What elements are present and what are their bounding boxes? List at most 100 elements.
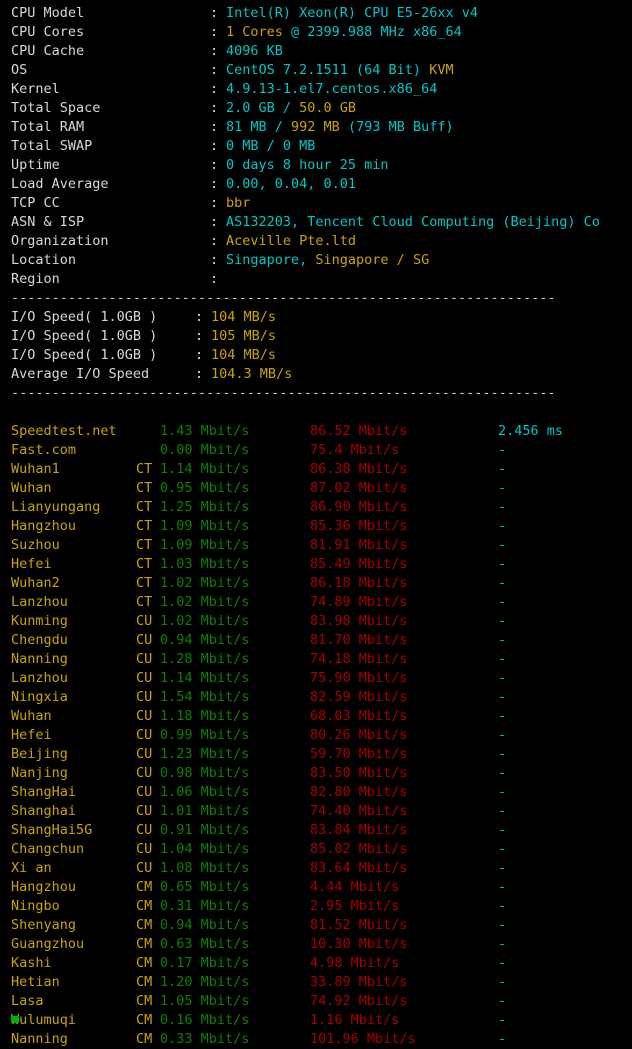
speedtest-latency: -	[498, 689, 507, 705]
system-info-row: OS: CentOS 7.2.1511 (64 Bit) KVM	[0, 61, 632, 80]
system-info-row: CPU Model: Intel(R) Xeon(R) CPU E5-26xx v…	[0, 4, 632, 23]
speedtest-isp-code: CU	[136, 613, 153, 629]
speedtest-download-speed: 74.89 Mbit/s	[310, 594, 408, 610]
io-test-value: 104 MB/s	[211, 347, 277, 363]
system-info-value: Aceville Pte.ltd	[226, 233, 357, 249]
speedtest-latency: -	[498, 727, 507, 743]
system-info-value: 992 MB	[291, 119, 340, 135]
system-info-row: Organization: Aceville Pte.ltd	[0, 232, 632, 251]
speedtest-download-speed: 82.80 Mbit/s	[310, 784, 408, 800]
speedtest-node-name: Shanghai	[11, 803, 77, 819]
speedtest-row: Kashi CM 0.17 Mbit/s 4.98 Mbit/s -	[0, 954, 632, 973]
speedtest-isp-code: CU	[136, 784, 153, 800]
speedtest-node-name: Shenyang	[11, 917, 77, 933]
speedtest-download-speed: 81.70 Mbit/s	[310, 632, 408, 648]
io-test-value: 105 MB/s	[211, 328, 277, 344]
system-info-value: 81 MB /	[226, 119, 292, 135]
speedtest-upload-speed: 1.20 Mbit/s	[160, 974, 250, 990]
speedtest-upload-speed: 0.94 Mbit/s	[160, 632, 250, 648]
speedtest-node-name: Wuhan	[11, 480, 52, 496]
system-info-colon: :	[210, 195, 219, 211]
io-test-row: I/O Speed( 1.0GB ):104 MB/s	[0, 308, 632, 327]
speedtest-row: Shanghai CU 1.01 Mbit/s 74.40 Mbit/s -	[0, 802, 632, 821]
speedtest-isp-code: CM	[136, 898, 153, 914]
io-test-block: I/O Speed( 1.0GB ):104 MB/s I/O Speed( 1.…	[0, 308, 632, 384]
speedtest-upload-speed: 1.54 Mbit/s	[160, 689, 250, 705]
speedtest-row: Wulumuqi CM 0.16 Mbit/s 1.16 Mbit/s -	[0, 1011, 632, 1030]
speedtest-upload-speed: 0.99 Mbit/s	[160, 727, 250, 743]
speedtest-node-name: Hetian	[11, 974, 60, 990]
speedtest-download-speed: 86.38 Mbit/s	[310, 461, 408, 477]
speedtest-node-name: Speedtest.net	[11, 423, 117, 439]
speedtest-download-speed: 82.59 Mbit/s	[310, 689, 408, 705]
speedtest-upload-speed: 1.02 Mbit/s	[160, 613, 250, 629]
terminal-window[interactable]: CPU Model: Intel(R) Xeon(R) CPU E5-26xx v…	[0, 0, 632, 1047]
system-info-label: Uptime	[11, 157, 60, 173]
system-info-label: Region	[11, 271, 60, 287]
speedtest-row: Fast.com 0.00 Mbit/s 75.4 Mbit/s -	[0, 441, 632, 460]
speedtest-row: Nanjing CU 0.98 Mbit/s 83.50 Mbit/s -	[0, 764, 632, 783]
speedtest-row: Lanzhou CT 1.02 Mbit/s 74.89 Mbit/s -	[0, 593, 632, 612]
speedtest-node-name: Lanzhou	[11, 594, 68, 610]
io-test-label: I/O Speed( 1.0GB )	[11, 309, 158, 325]
system-info-row: Total SWAP:0 MB / 0 MB	[0, 137, 632, 156]
speedtest-download-speed: 75.90 Mbit/s	[310, 670, 408, 686]
speedtest-upload-speed: 0.91 Mbit/s	[160, 822, 250, 838]
speedtest-isp-code: CM	[136, 936, 153, 952]
speedtest-isp-code: CU	[136, 746, 153, 762]
speedtest-upload-speed: 1.28 Mbit/s	[160, 651, 250, 667]
speedtest-latency: -	[498, 518, 507, 534]
speedtest-node-name: Wuhan2	[11, 575, 60, 591]
system-info-colon: :	[210, 252, 219, 268]
system-info-colon: :	[210, 5, 219, 21]
speedtest-node-name: ShangHai5G	[11, 822, 93, 838]
speedtest-download-speed: 85.36 Mbit/s	[310, 518, 408, 534]
speedtest-row: Speedtest.net 1.43 Mbit/s 86.52 Mbit/s 2.45…	[0, 422, 632, 441]
speedtest-latency: -	[498, 955, 507, 971]
speedtest-download-speed: 86.90 Mbit/s	[310, 499, 408, 515]
speedtest-latency: -	[498, 480, 507, 496]
system-info-block: CPU Model: Intel(R) Xeon(R) CPU E5-26xx v…	[0, 4, 632, 289]
separator-bottom: ----------------------------------------…	[11, 385, 556, 401]
system-info-label: CPU Cores	[11, 24, 85, 40]
system-info-colon: :	[210, 81, 219, 97]
speedtest-row: Ningxia CU 1.54 Mbit/s 82.59 Mbit/s -	[0, 688, 632, 707]
speedtest-row: Suzhou CT 1.09 Mbit/s 81.91 Mbit/s -	[0, 536, 632, 555]
speedtest-upload-speed: 1.02 Mbit/s	[160, 594, 250, 610]
speedtest-upload-speed: 0.00 Mbit/s	[160, 442, 250, 458]
speedtest-upload-speed: 1.25 Mbit/s	[160, 499, 250, 515]
system-info-colon: :	[210, 138, 219, 154]
speedtest-row: Wuhan CU 1.18 Mbit/s 68.03 Mbit/s -	[0, 707, 632, 726]
system-info-value: (793 MB Buff)	[339, 119, 454, 135]
speedtest-upload-speed: 1.08 Mbit/s	[160, 860, 250, 876]
io-test-row: Average I/O Speed:104.3 MB/s	[0, 365, 632, 384]
system-info-value: 50.0 GB	[299, 100, 357, 116]
speedtest-isp-code: CT	[136, 499, 153, 515]
speedtest-isp-code: CU	[136, 765, 153, 781]
speedtest-node-name: Lanzhou	[11, 670, 68, 686]
speedtest-latency: -	[498, 708, 507, 724]
io-test-label: I/O Speed( 1.0GB )	[11, 328, 158, 344]
speedtest-node-name: Nanning	[11, 1031, 68, 1047]
speedtest-download-speed: 33.89 Mbit/s	[310, 974, 408, 990]
io-test-colon: :	[195, 309, 204, 325]
speedtest-isp-code: CT	[136, 480, 153, 496]
speedtest-node-name: Changchun	[11, 841, 85, 857]
speedtest-latency: -	[498, 1012, 507, 1028]
system-info-row: Total Space:2.0 GB / 50.0 GB	[0, 99, 632, 118]
speedtest-latency: -	[498, 822, 507, 838]
speedtest-isp-code: CT	[136, 518, 153, 534]
speedtest-latency: -	[498, 917, 507, 933]
speedtest-latency: -	[498, 556, 507, 572]
speedtest-upload-speed: 0.31 Mbit/s	[160, 898, 250, 914]
speedtest-isp-code: CU	[136, 822, 153, 838]
speedtest-download-speed: 4.98 Mbit/s	[310, 955, 400, 971]
system-info-value: 0 days 8 hour 25 min	[226, 157, 389, 173]
speedtest-rows: Speedtest.net 1.43 Mbit/s 86.52 Mbit/s 2.45…	[0, 422, 632, 1049]
system-info-value: Intel(R) Xeon(R) CPU E5-26xx v4	[226, 5, 478, 21]
speedtest-upload-speed: 1.18 Mbit/s	[160, 708, 250, 724]
system-info-label: Total RAM	[11, 119, 85, 135]
speedtest-download-speed: 74.92 Mbit/s	[310, 993, 408, 1009]
speedtest-upload-speed: 1.14 Mbit/s	[160, 461, 250, 477]
speedtest-latency: -	[498, 651, 507, 667]
